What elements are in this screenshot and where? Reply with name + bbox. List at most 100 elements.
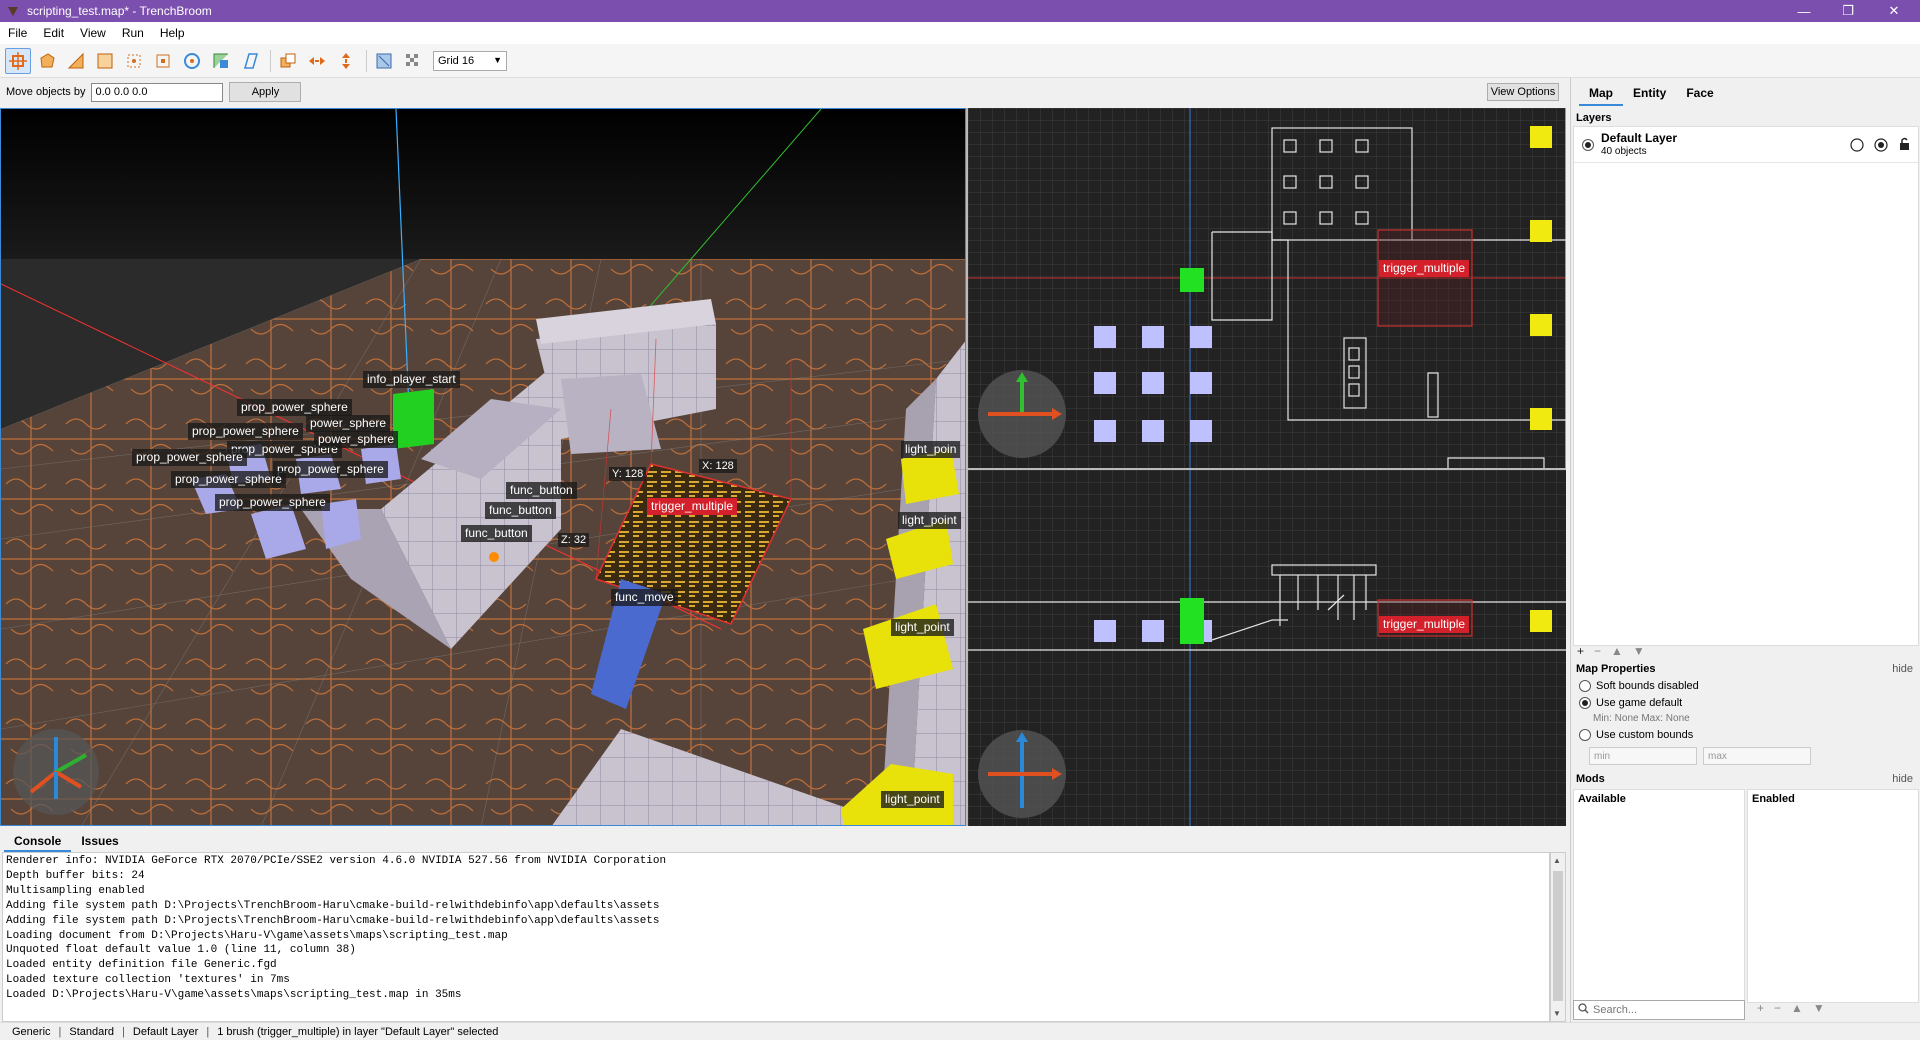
- view-options-button[interactable]: View Options: [1487, 83, 1559, 101]
- bounds-info-text: Min: None Max: None: [1593, 713, 1690, 724]
- console-line: Adding file system path D:\Projects\Tren…: [6, 914, 660, 927]
- tab-map[interactable]: Map: [1579, 82, 1623, 106]
- tab-console[interactable]: Console: [4, 832, 72, 852]
- eye-icon[interactable]: [1874, 138, 1888, 155]
- console-line: Adding file system path D:\Projects\Tren…: [6, 899, 660, 912]
- flip-vertical-icon[interactable]: [333, 48, 359, 74]
- remove-layer-button[interactable]: −: [1594, 644, 1601, 658]
- dimension-y-label: Y: 128: [609, 467, 647, 481]
- menu-file[interactable]: File: [0, 26, 35, 40]
- edge-tool-icon[interactable]: [63, 48, 89, 74]
- status-separator: |: [122, 1025, 125, 1038]
- label-power-sphere: prop_power_sphere: [188, 423, 303, 440]
- tab-issues[interactable]: Issues: [71, 832, 128, 852]
- tab-face[interactable]: Face: [1676, 82, 1723, 106]
- uv-lock-icon[interactable]: [400, 48, 426, 74]
- mods-available-list[interactable]: Available: [1573, 789, 1745, 1003]
- use-game-default-radio[interactable]: [1579, 697, 1591, 709]
- orientation-gizmo-icon[interactable]: [11, 727, 101, 817]
- console-line: Multisampling enabled: [6, 884, 145, 897]
- shear-tool-icon[interactable]: [179, 48, 205, 74]
- use-game-default-option[interactable]: Use game default: [1579, 697, 1682, 709]
- menu-view[interactable]: View: [72, 26, 114, 40]
- label-trigger-multiple: trigger_multiple: [1379, 260, 1470, 277]
- menu-edit[interactable]: Edit: [35, 26, 72, 40]
- layer-object-count: 40 objects: [1601, 146, 1647, 157]
- search-icon: [1578, 1003, 1589, 1017]
- console-output[interactable]: Renderer info: NVIDIA GeForce RTX 2070/P…: [2, 852, 1550, 1022]
- restore-button[interactable]: ❐: [1826, 0, 1870, 22]
- game-bounds-info: Min: None Max: None: [1593, 713, 1690, 724]
- label-func-button: func_button: [485, 502, 556, 519]
- face-tool-icon[interactable]: [92, 48, 118, 74]
- move-layer-up-button[interactable]: ▲: [1611, 644, 1623, 658]
- move-objects-icon[interactable]: [5, 47, 31, 74]
- apply-button[interactable]: Apply: [229, 82, 302, 102]
- layer-visible-icon[interactable]: [1850, 138, 1864, 155]
- layer-buttons: + − ▲ ▼: [1577, 644, 1645, 658]
- hide-mods-link[interactable]: hide: [1892, 773, 1913, 785]
- toolbar: Grid 16 ▼: [0, 44, 1920, 78]
- viewport-front[interactable]: trigger_multiple: [968, 470, 1566, 826]
- viewport-top[interactable]: trigger_multiple: [968, 108, 1566, 468]
- console-line: Loaded entity definition file Generic.fg…: [6, 959, 277, 972]
- mods-enabled-list[interactable]: Enabled: [1747, 789, 1919, 1003]
- label-power-sphere: power_sphere: [314, 431, 399, 448]
- move-offset-input[interactable]: [91, 82, 224, 102]
- soft-bounds-disabled-option[interactable]: Soft bounds disabled: [1579, 680, 1699, 692]
- status-selection: 1 brush (trigger_multiple) in layer "Def…: [217, 1025, 499, 1038]
- front-view-axis-icon: [978, 730, 1066, 818]
- menu-help[interactable]: Help: [152, 26, 193, 40]
- max-bounds-input[interactable]: max: [1703, 747, 1811, 765]
- add-mod-button[interactable]: +: [1757, 1001, 1764, 1015]
- use-custom-bounds-radio[interactable]: [1579, 729, 1591, 741]
- min-bounds-input[interactable]: min: [1589, 747, 1697, 765]
- label-power-sphere: prop_power_sphere: [273, 461, 388, 478]
- mod-buttons: + − ▲ ▼: [1757, 1001, 1825, 1015]
- scroll-up-icon[interactable]: ▲: [1553, 856, 1561, 865]
- vertex-tool-icon[interactable]: [34, 48, 60, 74]
- duplicate-icon[interactable]: [275, 48, 301, 74]
- status-separator: |: [206, 1025, 210, 1038]
- flip-horizontal-icon[interactable]: [304, 48, 330, 74]
- clip-tool-icon[interactable]: [208, 48, 234, 74]
- tab-entity[interactable]: Entity: [1623, 82, 1676, 106]
- label-light-point: light_point: [881, 791, 944, 808]
- status-separator: |: [58, 1025, 62, 1038]
- texture-lock-icon[interactable]: [371, 48, 397, 74]
- label-light-point: light_point: [891, 619, 954, 636]
- search-placeholder: Search...: [1593, 1004, 1638, 1016]
- soft-bounds-disabled-radio[interactable]: [1579, 680, 1591, 692]
- scale-tool-icon[interactable]: [150, 48, 176, 74]
- console-line: Renderer info: NVIDIA GeForce RTX 2070/P…: [6, 855, 667, 867]
- move-mod-down-button[interactable]: ▼: [1813, 1001, 1825, 1015]
- rotate-tool-icon[interactable]: [121, 48, 147, 74]
- lock-icon[interactable]: [1897, 137, 1911, 154]
- mods-header: Mods hide: [1573, 771, 1919, 787]
- status-game: Generic: [12, 1025, 51, 1038]
- brush-tool-icon[interactable]: [237, 48, 263, 74]
- scrollbar-thumb[interactable]: [1553, 871, 1563, 1001]
- mods-search-input[interactable]: Search...: [1573, 1000, 1745, 1020]
- label-light-point: light_point: [898, 512, 961, 529]
- add-layer-button[interactable]: +: [1577, 644, 1584, 658]
- close-button[interactable]: ✕: [1872, 0, 1916, 22]
- layer-row-default[interactable]: Default Layer 40 objects: [1574, 127, 1918, 163]
- menu-run[interactable]: Run: [114, 26, 152, 40]
- move-mod-up-button[interactable]: ▲: [1791, 1001, 1803, 1015]
- console-line: Depth buffer bits: 24: [6, 869, 145, 882]
- move-layer-down-button[interactable]: ▼: [1633, 644, 1645, 658]
- window-title: scripting_test.map* - TrenchBroom: [27, 4, 212, 18]
- console-scrollbar[interactable]: ▲ ▼: [1550, 852, 1566, 1022]
- scroll-down-icon[interactable]: ▼: [1553, 1009, 1561, 1018]
- current-layer-radio[interactable]: [1582, 139, 1594, 151]
- label-trigger-multiple: trigger_multiple: [1379, 616, 1470, 633]
- minimize-button[interactable]: —: [1782, 0, 1826, 22]
- use-custom-bounds-option[interactable]: Use custom bounds: [1579, 729, 1693, 741]
- grid-size-select[interactable]: Grid 16 ▼: [433, 50, 507, 71]
- hide-map-properties-link[interactable]: hide: [1892, 663, 1913, 675]
- viewport-3d[interactable]: info_player_start prop_power_sphere powe…: [0, 108, 966, 826]
- label-trigger-multiple: trigger_multiple: [647, 498, 738, 515]
- layer-name: Default Layer: [1601, 131, 1678, 145]
- remove-mod-button[interactable]: −: [1774, 1001, 1781, 1015]
